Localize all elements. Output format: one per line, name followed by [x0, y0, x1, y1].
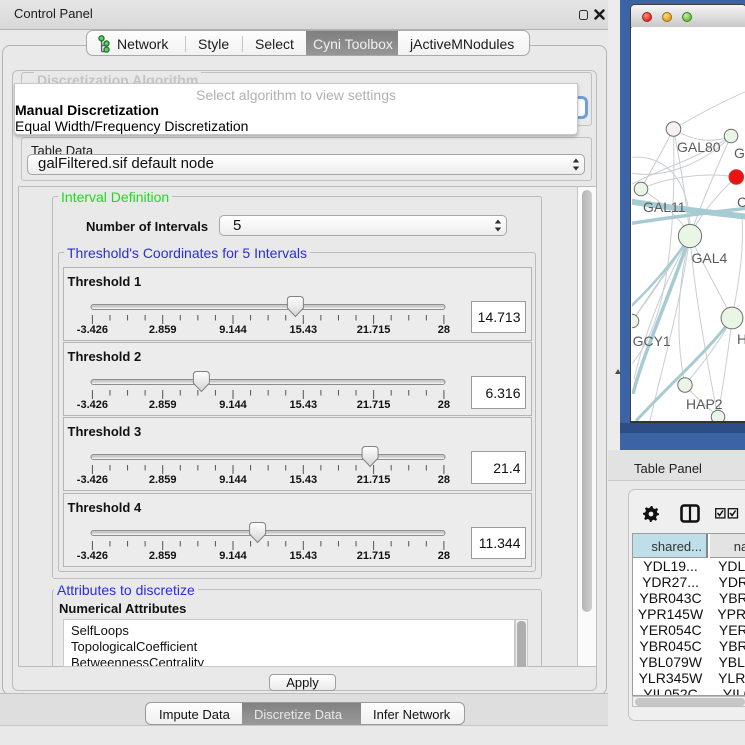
svg-text:21.715: 21.715	[356, 324, 390, 336]
svg-text:2.859: 2.859	[148, 550, 176, 562]
svg-text:9.144: 9.144	[219, 399, 247, 411]
svg-text:2.859: 2.859	[148, 399, 176, 411]
svg-text:H: H	[737, 331, 745, 347]
svg-text:GAL80: GAL80	[677, 139, 721, 155]
svg-text:-3.426: -3.426	[76, 324, 107, 336]
svg-text:28: 28	[437, 399, 449, 411]
svg-text:-3.426: -3.426	[76, 474, 107, 486]
svg-text:21.715: 21.715	[356, 550, 390, 562]
svg-text:GCY1: GCY1	[633, 333, 671, 349]
svg-text:HAP2: HAP2	[686, 396, 723, 412]
svg-text:GAL4: GAL4	[692, 250, 728, 266]
svg-text:28: 28	[437, 550, 449, 562]
svg-text:GAL11: GAL11	[643, 199, 686, 215]
svg-text:15.43: 15.43	[289, 399, 317, 411]
svg-text:21.715: 21.715	[356, 399, 390, 411]
svg-text:15.43: 15.43	[289, 324, 317, 336]
svg-text:-3.426: -3.426	[76, 550, 107, 562]
svg-text:15.43: 15.43	[289, 550, 317, 562]
svg-text:2.859: 2.859	[148, 324, 176, 336]
svg-text:9.144: 9.144	[219, 550, 247, 562]
svg-text:-3.426: -3.426	[76, 399, 107, 411]
svg-text:2.859: 2.859	[148, 474, 176, 486]
svg-text:9.144: 9.144	[219, 474, 247, 486]
svg-text:21.715: 21.715	[356, 474, 390, 486]
svg-text:28: 28	[437, 474, 449, 486]
svg-text:28: 28	[437, 324, 449, 336]
svg-text:9.144: 9.144	[219, 324, 247, 336]
svg-text:15.43: 15.43	[289, 474, 317, 486]
svg-text:C: C	[737, 194, 745, 210]
svg-text:G.: G.	[734, 145, 745, 161]
